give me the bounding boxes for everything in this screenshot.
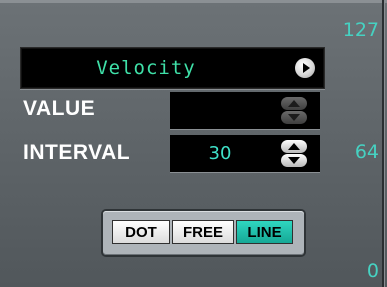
scale-divider xyxy=(382,0,384,287)
interval-stepper-down-icon[interactable] xyxy=(281,154,307,167)
top-bevel xyxy=(0,0,387,3)
interval-stepper-up-icon[interactable] xyxy=(281,140,307,153)
scale-mid-label: 64 xyxy=(354,141,379,163)
interval-stepper[interactable] xyxy=(281,140,307,168)
value-field[interactable] xyxy=(170,92,320,129)
scale-min-label: 0 xyxy=(366,260,379,282)
interval-field-text: 30 xyxy=(208,143,232,164)
parameter-label: Velocity xyxy=(96,57,196,79)
interval-field[interactable]: 30 xyxy=(170,135,320,172)
free-mode-button[interactable]: FREE xyxy=(172,220,234,244)
dot-mode-button[interactable]: DOT xyxy=(112,220,170,244)
line-mode-button[interactable]: LINE xyxy=(236,220,293,244)
value-stepper-up-icon[interactable] xyxy=(281,97,307,110)
velocity-edit-panel: Velocity VALUE INTERVAL 30 DOT FREE LINE… xyxy=(0,0,387,287)
scale-max-label: 127 xyxy=(342,19,379,41)
value-stepper-down-icon[interactable] xyxy=(281,111,307,124)
value-field-text xyxy=(170,92,270,129)
interval-label: INTERVAL xyxy=(23,141,131,164)
draw-mode-group: DOT FREE LINE xyxy=(103,211,304,255)
right-arrow-icon[interactable] xyxy=(295,58,315,78)
value-label: VALUE xyxy=(23,97,96,120)
parameter-selector[interactable]: Velocity xyxy=(20,47,325,89)
value-stepper[interactable] xyxy=(281,97,307,125)
